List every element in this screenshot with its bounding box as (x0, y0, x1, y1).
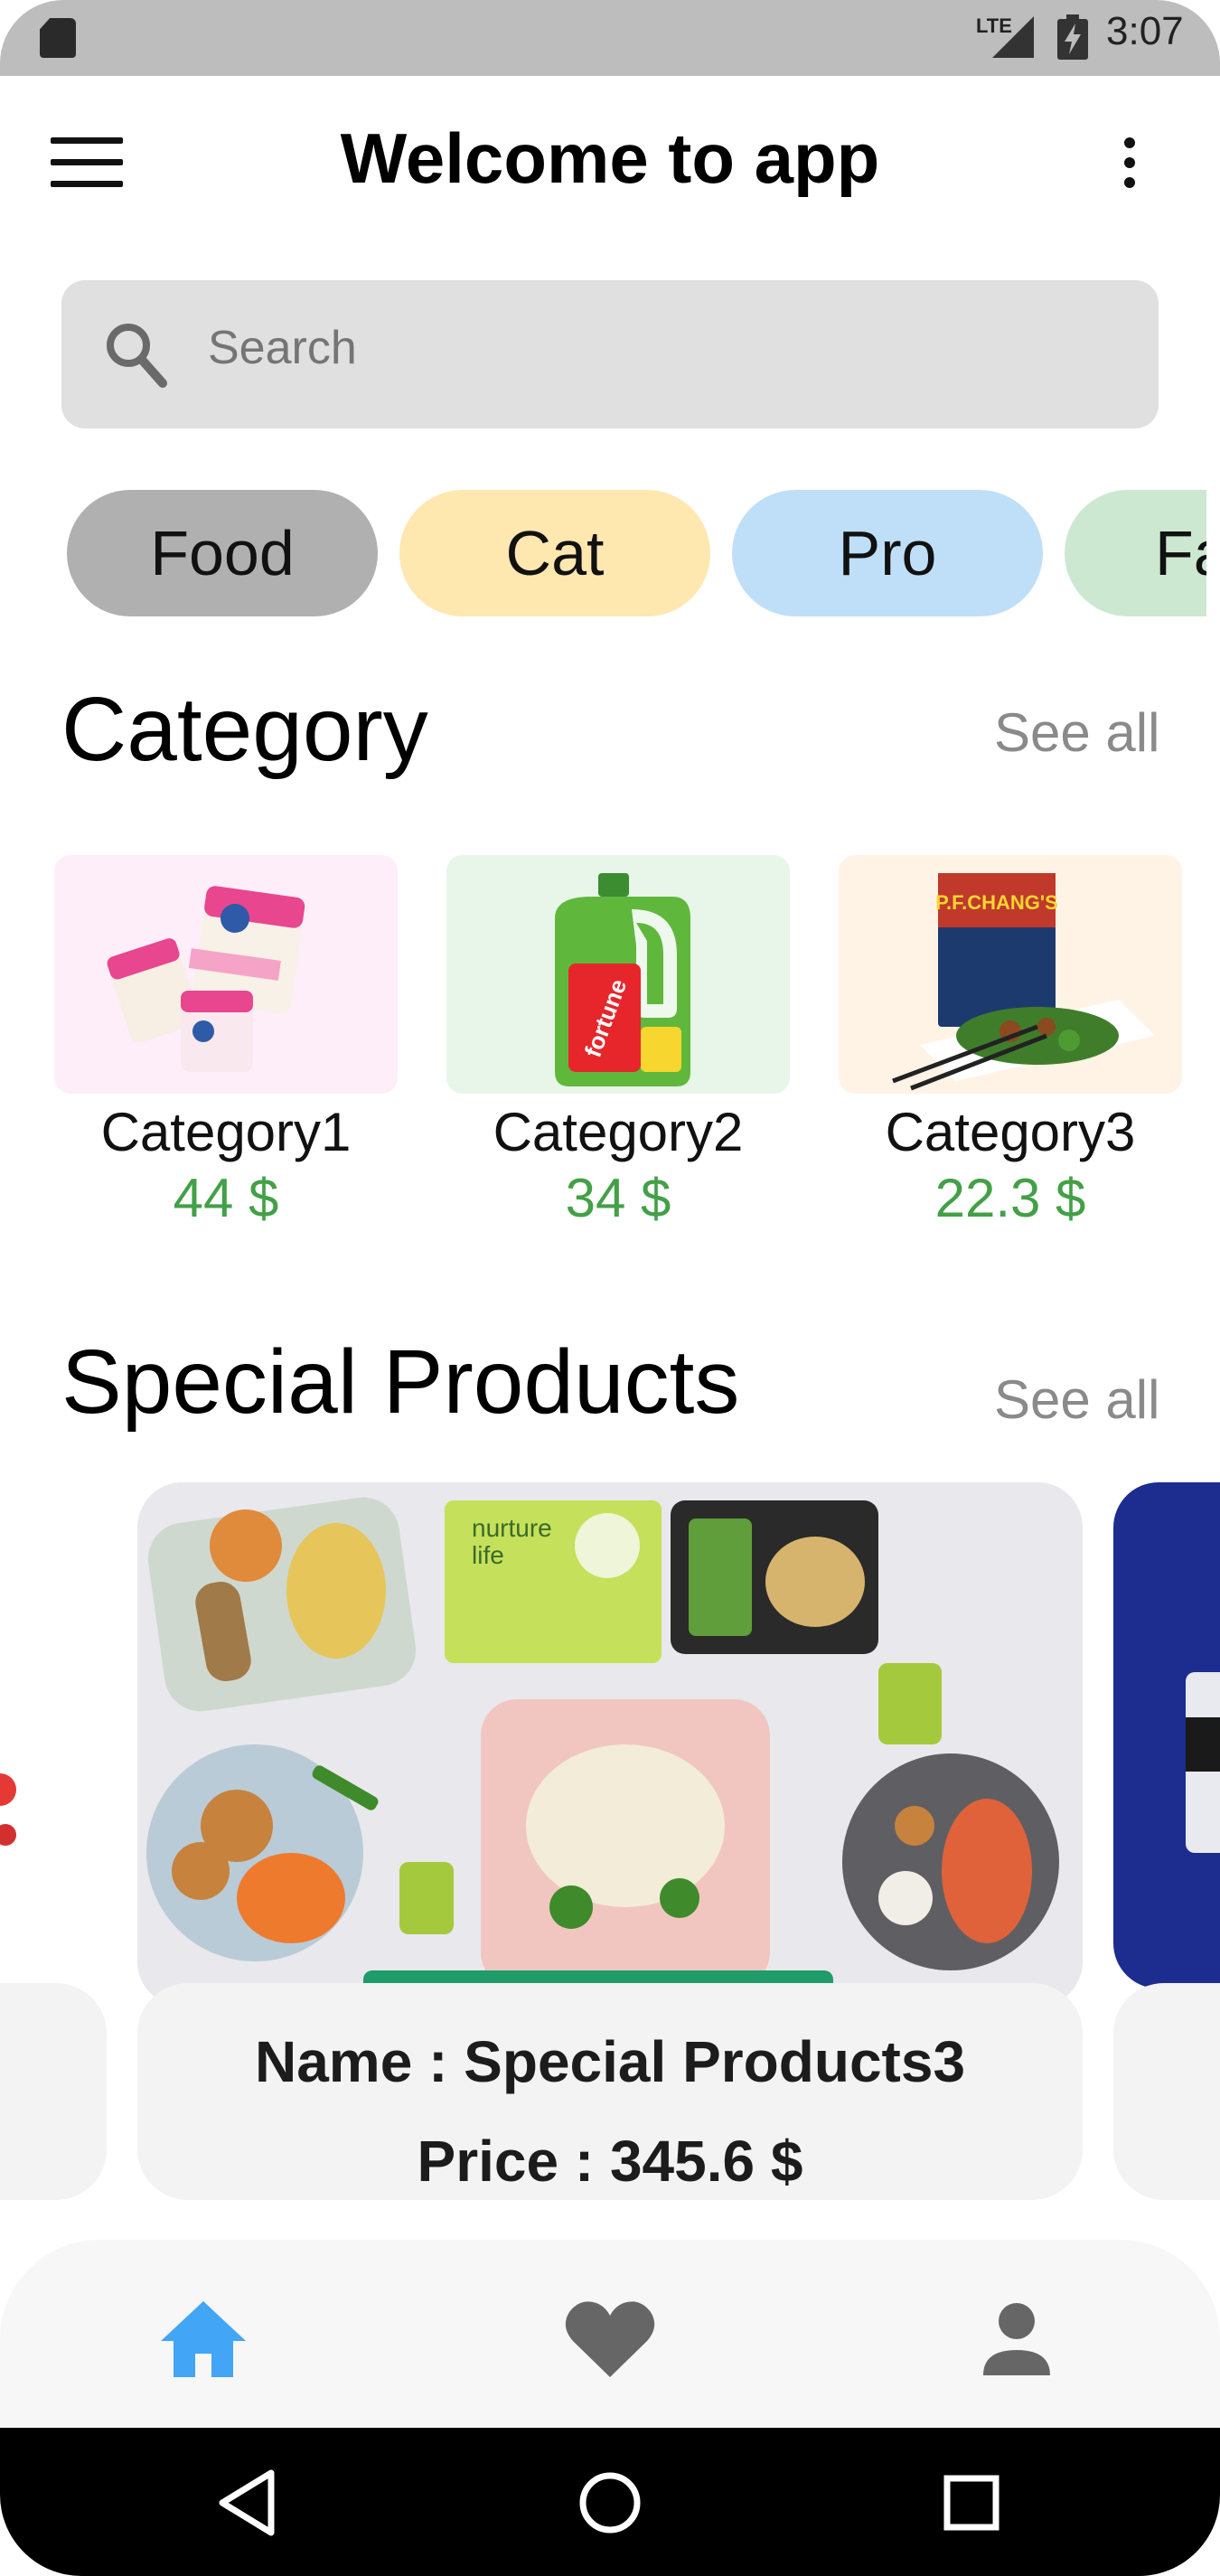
heart-icon[interactable] (560, 2294, 660, 2384)
chip-label: Fa (1155, 518, 1206, 588)
category-section-title: Category (61, 679, 428, 780)
product-card-prev-info (0, 1983, 107, 2200)
category-name: Category3 (885, 1102, 1136, 1162)
category-name: Category2 (493, 1102, 744, 1162)
ice-cream-tubs-image (54, 855, 398, 1094)
meal-kit-trays-image: nurture life (137, 1482, 1083, 2007)
product-card-next-image (1113, 1482, 1220, 1988)
category-card-2[interactable]: fortune Category2 34 $ (446, 855, 790, 1229)
home-circle-icon[interactable] (569, 2462, 651, 2543)
signal-icon (992, 16, 1034, 58)
person-icon[interactable] (967, 2294, 1066, 2384)
chip-label: Pro (838, 518, 937, 588)
filter-chips: Food Cat Pro Fa (0, 490, 1206, 616)
chip-label: Food (150, 518, 295, 588)
chip-label: Cat (505, 518, 605, 588)
svg-text:P.F.CHANG'S: P.F.CHANG'S (935, 891, 1058, 914)
battery-charging-icon (1057, 14, 1088, 60)
category-card-1[interactable]: Category1 44 $ (54, 855, 398, 1229)
category-see-all-link[interactable]: See all (994, 701, 1159, 764)
chip-fa[interactable]: Fa (1065, 490, 1206, 616)
featured-product-info: Name : Special Products3 Price : 345.6 $ (137, 1983, 1083, 2200)
status-bar: LTE 3:07 (0, 0, 1220, 76)
category-price: 44 $ (173, 1168, 279, 1228)
category-price: 22.3 $ (934, 1168, 1086, 1228)
special-products-see-all-link[interactable]: See all (994, 1368, 1159, 1431)
special-products-section-title: Special Products (61, 1331, 740, 1433)
clock: 3:07 (1106, 9, 1184, 53)
product-card-prev-image (0, 1482, 54, 1970)
product-name: Name : Special Products3 (254, 2029, 966, 2094)
home-icon[interactable] (154, 2294, 253, 2384)
category-card-3[interactable]: P.F.CHANG'S Category3 22.3 $ (839, 855, 1182, 1229)
category-price: 34 $ (565, 1168, 671, 1228)
product-price: Price : 345.6 $ (417, 2129, 803, 2194)
recents-icon[interactable] (931, 2462, 1012, 2543)
svg-text:nurture: nurture (472, 1514, 552, 1542)
stir-fry-box-image: P.F.CHANG'S (839, 855, 1182, 1094)
product-card-next-info (1113, 1983, 1220, 2200)
chip-food[interactable]: Food (67, 490, 378, 616)
chip-pro[interactable]: Pro (732, 490, 1043, 616)
search-icon (107, 324, 167, 388)
special-products-carousel[interactable]: nurture life Name: Special Products3 Pr… (0, 1482, 1220, 2205)
page-title: Welcome to app (340, 118, 880, 198)
chip-cat[interactable]: Cat (399, 490, 710, 616)
svg-text:life: life (472, 1541, 504, 1569)
back-icon[interactable] (208, 2462, 289, 2543)
category-name: Category1 (100, 1102, 352, 1162)
sd-card-icon (40, 18, 76, 58)
more-vert-icon[interactable] (1112, 136, 1148, 190)
oil-jug-image: fortune (446, 855, 790, 1094)
search-input[interactable] (208, 307, 1112, 389)
